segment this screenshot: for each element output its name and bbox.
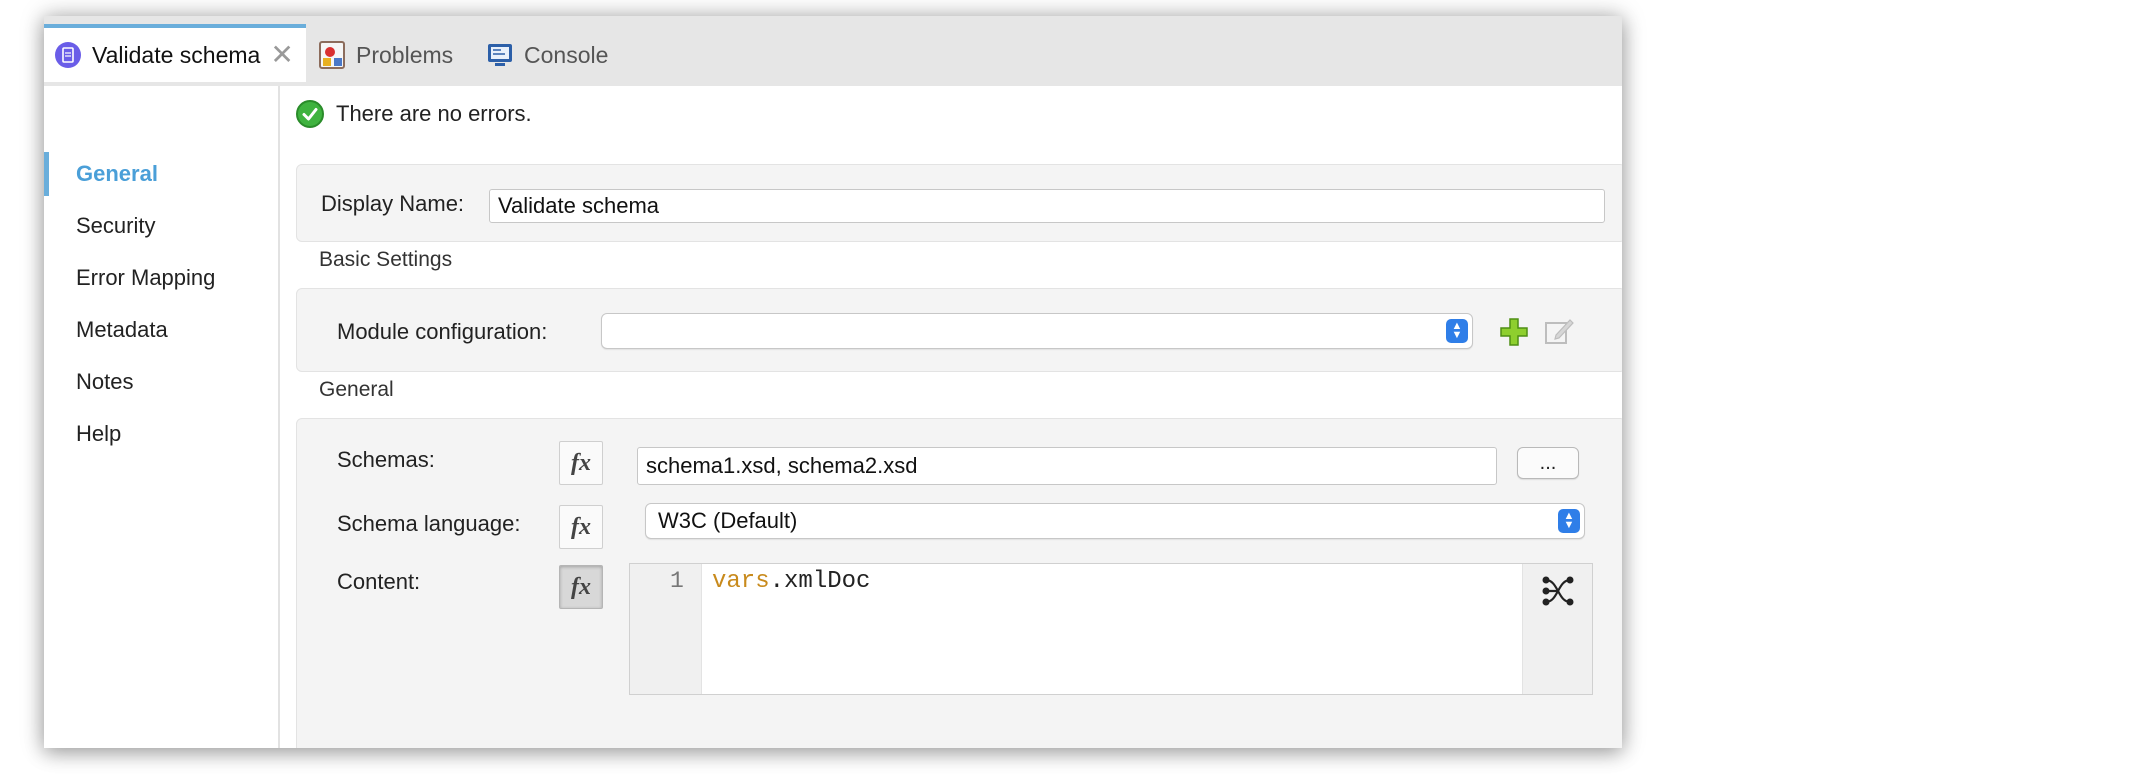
schema-language-value: W3C (Default) xyxy=(658,508,798,533)
general-panel: Schemas: fx schema1.xsd, schema2.xsd ...… xyxy=(296,418,1622,748)
doc-icon xyxy=(54,41,82,69)
display-name-input[interactable]: Validate schema xyxy=(489,189,1605,223)
module-configuration-select[interactable]: ▲ ▼ xyxy=(601,313,1473,349)
schema-language-fx-button[interactable]: fx xyxy=(559,505,603,549)
select-arrows-icon: ▲ ▼ xyxy=(1446,319,1468,343)
tab-label: Console xyxy=(524,41,609,68)
tab-problems[interactable]: Problems xyxy=(318,24,453,86)
status-text: There are no errors. xyxy=(336,101,532,126)
line-number: 1 xyxy=(670,568,684,594)
general-section-title: General xyxy=(319,378,394,401)
code-keyword: vars xyxy=(712,568,770,595)
close-icon[interactable]: ✕ xyxy=(270,41,293,69)
console-icon xyxy=(486,41,514,69)
code-rest: .xmlDoc xyxy=(769,568,871,595)
editor-side-panel xyxy=(1522,564,1592,694)
problems-icon xyxy=(318,40,346,70)
tab-label: Problems xyxy=(356,41,454,68)
add-icon[interactable] xyxy=(1499,317,1529,352)
sidebar-item-label: Security xyxy=(76,213,156,238)
sidebar-item-label: Notes xyxy=(76,369,134,394)
transform-icon[interactable] xyxy=(1541,574,1575,613)
sidebar-item-label: Error Mapping xyxy=(76,265,216,290)
schema-language-label: Schema language: xyxy=(337,511,521,536)
display-name-label: Display Name: xyxy=(321,191,465,216)
schemas-input[interactable]: schema1.xsd, schema2.xsd xyxy=(637,447,1497,485)
check-icon xyxy=(296,100,324,128)
sidebar-item-security[interactable]: Security xyxy=(44,204,278,248)
content-fx-button[interactable]: fx xyxy=(559,565,603,609)
sidebar-item-label: Metadata xyxy=(76,317,168,342)
basic-settings-panel: Module configuration: ▲ ▼ xyxy=(296,288,1622,372)
tab-bar: Validate schema ✕ Problems Console xyxy=(44,16,1622,86)
properties-window: Validate schema ✕ Problems Console Gener… xyxy=(44,16,1622,748)
select-arrows-icon: ▲ ▼ xyxy=(1558,509,1580,533)
editor-gutter: 1 xyxy=(630,564,702,694)
edit-icon[interactable] xyxy=(1543,315,1575,352)
schemas-label: Schemas: xyxy=(337,447,435,472)
sidebar-item-notes[interactable]: Notes xyxy=(44,360,278,404)
status-message: There are no errors. xyxy=(296,100,532,128)
basic-settings-title: Basic Settings xyxy=(319,248,453,271)
sidebar: General Security Error Mapping Metadata … xyxy=(44,86,280,748)
sidebar-item-general[interactable]: General xyxy=(44,152,278,196)
schema-language-select[interactable]: W3C (Default) ▲ ▼ xyxy=(645,503,1585,539)
sidebar-item-label: Help xyxy=(76,421,122,446)
sidebar-item-error-mapping[interactable]: Error Mapping xyxy=(44,256,278,300)
browse-button[interactable]: ... xyxy=(1517,447,1579,479)
tab-label: Validate schema xyxy=(92,41,261,68)
content-code: vars.xmlDoc xyxy=(712,568,870,595)
sidebar-item-help[interactable]: Help xyxy=(44,412,278,456)
sidebar-item-metadata[interactable]: Metadata xyxy=(44,308,278,352)
sidebar-item-label: General xyxy=(76,161,158,186)
tab-validate-schema[interactable]: Validate schema ✕ xyxy=(44,24,306,82)
schemas-fx-button[interactable]: fx xyxy=(559,441,603,485)
display-name-panel: Display Name: Validate schema xyxy=(296,164,1622,242)
module-configuration-label: Module configuration: xyxy=(337,319,548,344)
main-panel: There are no errors. Display Name: Valid… xyxy=(280,86,1622,748)
content-editor[interactable]: 1 vars.xmlDoc xyxy=(629,563,1593,695)
content-label: Content: xyxy=(337,569,421,594)
tab-console[interactable]: Console xyxy=(486,24,608,86)
